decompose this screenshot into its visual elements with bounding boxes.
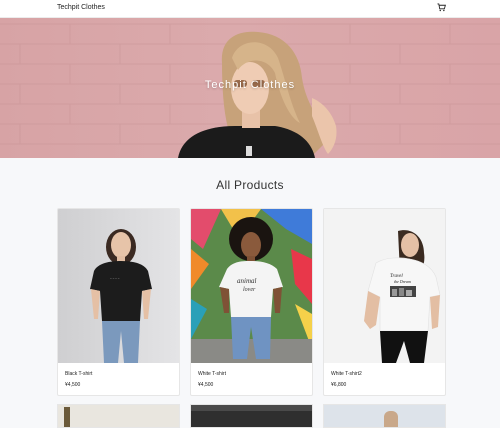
product-name: White T-shirt: [198, 371, 226, 377]
product-image: [384, 411, 398, 427]
product-card[interactable]: Travel the Dream White T-shirt2 ¥6,800: [323, 208, 446, 396]
product-card-partial[interactable]: [57, 404, 180, 428]
product-card[interactable]: animal lover White T-shirt ¥4,500: [190, 208, 313, 396]
product-name: White T-shirt2: [331, 371, 362, 377]
product-image: [191, 411, 312, 427]
svg-text:lover: lover: [243, 287, 256, 293]
svg-text:animal: animal: [237, 277, 257, 285]
product-price: ¥4,500: [198, 382, 214, 388]
product-image: Travel the Dream: [324, 209, 445, 363]
product-image: ~ ~ ~ ~: [58, 209, 179, 363]
brand-link[interactable]: Techpit Clothes: [57, 4, 105, 11]
product-image: animal lover: [191, 209, 312, 363]
navbar: Techpit Clothes: [0, 0, 500, 18]
product-name: Black T-shirt: [65, 371, 93, 377]
svg-text:the Dream: the Dream: [394, 279, 411, 284]
shopping-cart-icon[interactable]: [437, 3, 446, 12]
product-price: ¥6,800: [331, 382, 347, 388]
section-title: All Products: [216, 178, 284, 192]
product-card[interactable]: ~ ~ ~ ~ Black T-shirt ¥4,500: [57, 208, 180, 396]
hero-banner: Techpit Clothes: [0, 18, 500, 158]
product-card-partial[interactable]: [190, 404, 313, 428]
svg-text:~ ~ ~ ~: ~ ~ ~ ~: [110, 276, 120, 280]
product-card-partial[interactable]: [323, 404, 446, 428]
hero-title: Techpit Clothes: [204, 79, 296, 91]
product-price: ¥4,500: [65, 382, 81, 388]
product-image: [64, 407, 70, 427]
